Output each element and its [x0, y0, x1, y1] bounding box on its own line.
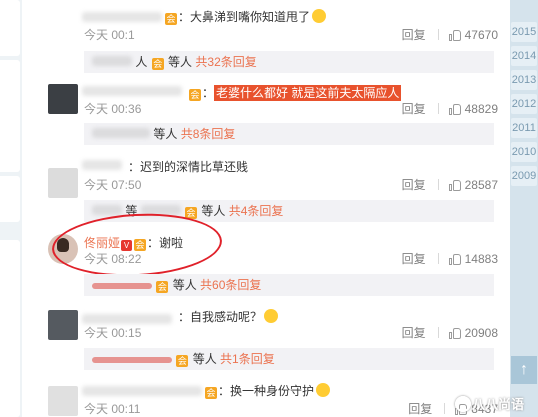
- reply-count-link[interactable]: 共4条回复: [229, 204, 284, 218]
- reply-people: 等人: [192, 352, 217, 366]
- like-icon[interactable]: [448, 103, 461, 115]
- vip-icon: 会: [151, 58, 164, 70]
- vip-icon: 会: [189, 89, 201, 101]
- comment-actions: 回复 47670: [402, 26, 498, 43]
- comment-actions: 回复 48829: [402, 100, 498, 117]
- comment-actions: 回复 28587: [402, 176, 498, 193]
- reply-summary[interactable]: 会 等人 共1条回复: [84, 348, 494, 370]
- comment-text: 会：换一种身份守护: [204, 382, 331, 399]
- redacted-name: [92, 282, 152, 289]
- reply-button[interactable]: 回复: [402, 324, 426, 341]
- left-card: [0, 176, 20, 222]
- comment-time: 今天 00:11: [84, 402, 141, 416]
- comment-text: 会：大鼻涕到嘴你知道甩了: [164, 8, 327, 25]
- divider: [437, 179, 439, 190]
- left-card: [0, 240, 20, 417]
- back-to-top-button[interactable]: ↑: [511, 356, 537, 384]
- year-item[interactable]: 2011: [511, 118, 537, 138]
- reply-count-link[interactable]: 共1条回复: [220, 352, 275, 366]
- reply-button[interactable]: 回复: [402, 26, 426, 43]
- reply-people: 人: [135, 55, 148, 69]
- avatar[interactable]: [48, 168, 78, 198]
- watermark: 八八尚语: [472, 397, 525, 412]
- comment-text: 会：老婆什么都好 就是这前夫太隔应人: [189, 85, 402, 101]
- comment-time: 今天 07:50: [84, 178, 142, 192]
- like-count: 28587: [464, 177, 498, 192]
- like-icon[interactable]: [448, 253, 461, 265]
- vip-icon: 会: [165, 13, 177, 25]
- divider: [437, 29, 439, 40]
- left-sidebar: [0, 0, 22, 417]
- smile-emoji-icon: [316, 383, 331, 397]
- comment-time: 今天 00:1: [84, 28, 135, 42]
- left-card: [0, 60, 20, 172]
- reply-count-link[interactable]: 共8条回复: [181, 127, 236, 141]
- divider: [444, 403, 446, 414]
- vip-icon: 会: [176, 355, 189, 367]
- divider: [437, 327, 439, 338]
- avatar[interactable]: [48, 386, 78, 416]
- comment-time: 今天 00:15: [84, 326, 142, 340]
- redacted-name: [92, 205, 122, 215]
- redacted-name: [82, 386, 202, 396]
- divider: [437, 253, 439, 264]
- comment-actions: 回复 20908: [402, 324, 498, 341]
- like-count: 14883: [464, 251, 498, 266]
- year-item[interactable]: 2012: [511, 94, 537, 114]
- redacted-name: [82, 160, 122, 170]
- like-count: 20908: [464, 325, 498, 340]
- arrow-up-icon: ↑: [520, 361, 528, 378]
- year-item[interactable]: 2009: [511, 166, 537, 186]
- vip-icon: 会: [156, 281, 169, 293]
- redacted-name: [92, 128, 150, 138]
- reply-button[interactable]: 回复: [402, 176, 426, 193]
- comment-item: 会：老婆什么都好 就是这前夫太隔应人 今天 00:36 回复 48829: [22, 80, 510, 125]
- redacted-name: [82, 314, 172, 324]
- year-item[interactable]: 2015: [511, 22, 537, 42]
- reply-people: 等人: [172, 278, 197, 292]
- reply-people: 等人: [153, 127, 178, 141]
- smile-emoji-icon: [312, 9, 327, 23]
- reply-button[interactable]: 回复: [402, 100, 426, 117]
- reply-button[interactable]: 回复: [408, 400, 432, 417]
- reply-summary[interactable]: 人 会 等人 共32条回复: [84, 51, 494, 73]
- redacted-name: [82, 12, 162, 22]
- reply-count-link[interactable]: 共60条回复: [200, 278, 261, 292]
- comment-actions: 回复 14883: [402, 250, 498, 267]
- comment-item: ：迟到的深情比草还贱 今天 07:50 回复 28587: [22, 150, 510, 198]
- year-item[interactable]: 2014: [511, 46, 537, 66]
- comment-feed: 会：大鼻涕到嘴你知道甩了 今天 00:1 回复 47670 人 会 等人 共32…: [22, 0, 510, 417]
- like-icon[interactable]: [448, 327, 461, 339]
- reply-count-link[interactable]: 共32条回复: [195, 55, 256, 69]
- reply-button[interactable]: 回复: [402, 250, 426, 267]
- vip-icon: 会: [205, 387, 217, 399]
- year-item[interactable]: 2013: [511, 70, 537, 90]
- year-scrollbar: 2015 2014 2013 2012 2011 2010 2009 ↑: [510, 0, 538, 417]
- left-card: [0, 0, 20, 56]
- comment-time: 今天 00:36: [84, 102, 142, 116]
- like-count: 48829: [464, 101, 498, 116]
- reply-people: 等人: [201, 204, 226, 218]
- reply-summary[interactable]: 会 等人 共60条回复: [84, 274, 494, 296]
- reply-summary[interactable]: 等人 共8条回复: [84, 123, 494, 145]
- avatar[interactable]: [48, 310, 78, 340]
- comment-text: ：自我感动呢？: [178, 308, 279, 325]
- redacted-name: [82, 86, 182, 96]
- divider: [437, 103, 439, 114]
- comment-item: ：自我感动呢？ 今天 00:15 回复 20908: [22, 302, 510, 347]
- watermark-logo-icon: [455, 396, 471, 412]
- like-icon[interactable]: [448, 29, 461, 41]
- comment-text: ：迟到的深情比草还贱: [128, 160, 249, 174]
- redacted-name: [92, 356, 172, 363]
- redacted-name: [92, 56, 132, 66]
- like-count: 47670: [464, 27, 498, 42]
- comment-item: 会：换一种身份守护 今天 00:11 回复 8437: [22, 376, 510, 417]
- surprised-emoji-icon: [264, 309, 279, 323]
- avatar[interactable]: [48, 84, 78, 114]
- reply-people: 等人: [168, 55, 193, 69]
- year-item[interactable]: 2010: [511, 142, 537, 162]
- like-icon[interactable]: [448, 179, 461, 191]
- comment-item: 会：大鼻涕到嘴你知道甩了 今天 00:1 回复 47670: [22, 0, 510, 45]
